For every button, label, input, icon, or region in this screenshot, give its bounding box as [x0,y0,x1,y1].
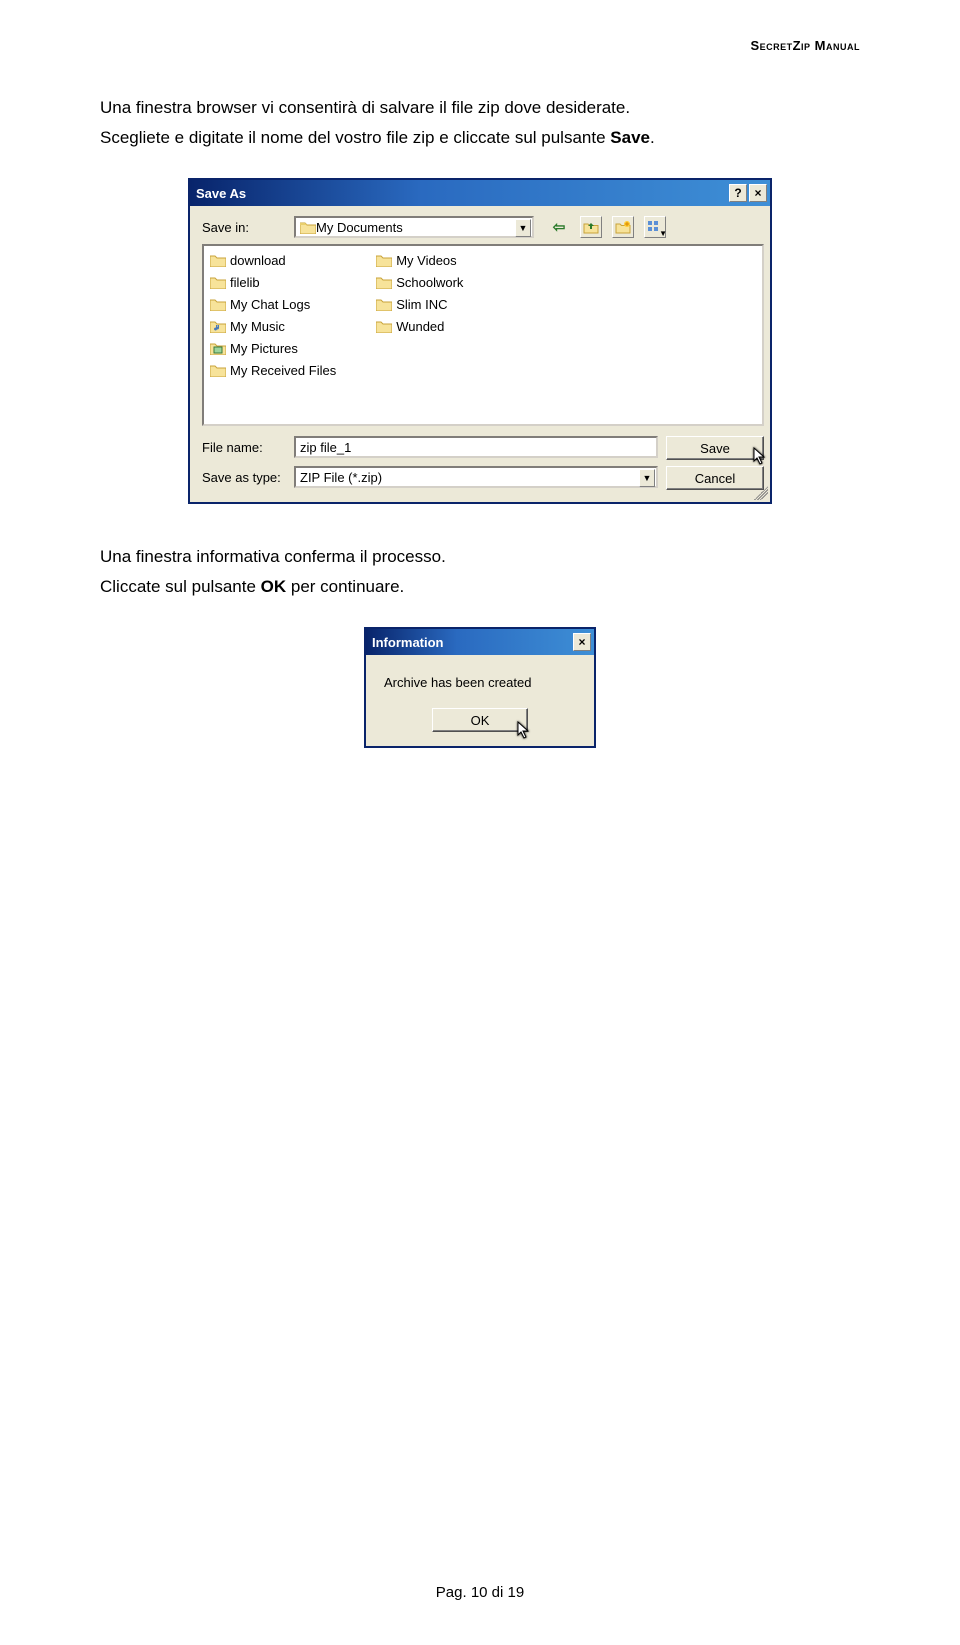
folder-label: download [230,253,286,268]
dropdown-arrow-icon[interactable]: ▼ [639,469,655,487]
filename-value: zip file_1 [300,440,351,455]
filename-input[interactable]: zip file_1 [294,436,658,458]
folder-label: My Received Files [230,363,336,378]
folder-icon [376,319,392,333]
folder-item[interactable]: Schoolwork [376,272,463,292]
save-button-label: Save [700,441,730,456]
save-as-dialog: Save As ? × Save in: My Documents ▼ [188,178,772,504]
close-button[interactable]: × [749,184,767,202]
folder-item[interactable]: download [210,250,336,270]
dialog-title: Save As [196,186,246,201]
back-icon[interactable]: ⇦ [548,216,570,238]
folder-icon [210,297,226,311]
folder-label: My Videos [396,253,456,268]
up-folder-icon[interactable] [580,216,602,238]
folder-item[interactable]: filelib [210,272,336,292]
save-as-type-value: ZIP File (*.zip) [300,470,382,485]
file-column-1: download filelib My Chat Logs My Music M… [210,250,336,420]
info-message: Archive has been created [378,675,582,690]
paragraph-2-post: . [650,128,655,147]
file-column-2: My Videos Schoolwork Slim INC Wunded [376,250,463,420]
folder-icon [376,275,392,289]
folder-item[interactable]: Slim INC [376,294,463,314]
folder-item[interactable]: My Chat Logs [210,294,336,314]
folder-icon [300,220,316,234]
paragraph-2: Scegliete e digitate il nome del vostro … [100,125,860,151]
information-dialog: Information × Archive has been created O… [364,627,596,748]
folder-item[interactable]: My Videos [376,250,463,270]
folder-label: Slim INC [396,297,447,312]
filename-label: File name: [202,440,294,455]
close-button[interactable]: × [573,633,591,651]
pictures-folder-icon [210,341,226,355]
ok-button-label: OK [471,713,490,728]
save-in-value: My Documents [316,220,403,235]
paragraph-2-pre: Scegliete e digitate il nome del vostro … [100,128,610,147]
folder-label: Schoolwork [396,275,463,290]
titlebar[interactable]: Information × [366,629,594,655]
paragraph-4: Cliccate sul pulsante OK per continuare. [100,574,860,600]
music-folder-icon [210,319,226,333]
dropdown-arrow-icon[interactable]: ▼ [515,219,531,237]
new-folder-icon[interactable] [612,216,634,238]
folder-label: My Chat Logs [230,297,310,312]
paragraph-2-bold: Save [610,128,650,147]
save-as-type-label: Save as type: [202,470,294,485]
folder-icon [210,275,226,289]
save-in-combo[interactable]: My Documents ▼ [294,216,534,238]
paragraph-3: Una finestra informativa conferma il pro… [100,544,860,570]
cursor-icon [517,721,533,741]
paragraph-4-post: per continuare. [286,577,404,596]
ok-button[interactable]: OK [432,708,528,732]
folder-label: Wunded [396,319,444,334]
help-button[interactable]: ? [729,184,747,202]
file-list-area[interactable]: download filelib My Chat Logs My Music M… [202,244,764,426]
paragraph-1: Una finestra browser vi consentirà di sa… [100,95,860,121]
save-in-label: Save in: [202,220,294,235]
cursor-icon [753,447,769,467]
folder-label: My Pictures [230,341,298,356]
resize-grip-icon[interactable] [754,486,768,500]
folder-item[interactable]: My Music [210,316,336,336]
titlebar[interactable]: Save As ? × [190,180,770,206]
folder-icon [376,253,392,267]
paragraph-4-bold: OK [261,577,287,596]
page-header: SecretZip Manual [750,38,860,53]
folder-item[interactable]: My Pictures [210,338,336,358]
view-mode-icon[interactable]: ▼ [644,216,666,238]
page-footer: Pag. 10 di 19 [0,1584,960,1601]
dialog-title: Information [372,635,444,650]
save-button[interactable]: Save [666,436,764,460]
paragraph-4-pre: Cliccate sul pulsante [100,577,261,596]
cancel-button[interactable]: Cancel [666,466,764,490]
folder-icon [376,297,392,311]
folder-item[interactable]: My Received Files [210,360,336,380]
folder-label: My Music [230,319,285,334]
folder-icon [210,253,226,267]
save-as-type-combo[interactable]: ZIP File (*.zip) ▼ [294,466,658,488]
folder-icon [210,363,226,377]
folder-item[interactable]: Wunded [376,316,463,336]
folder-label: filelib [230,275,260,290]
